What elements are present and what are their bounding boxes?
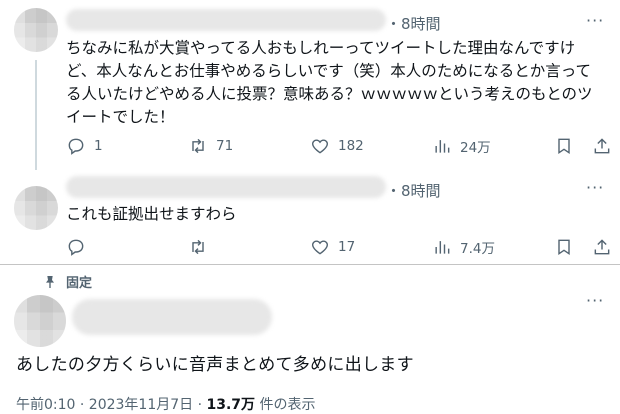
pinned-tweet[interactable]: 固定 ··· あしたの夕方くらいに音声まとめて多めに出します 午前0:10 · …	[0, 265, 620, 413]
avatar[interactable]	[14, 186, 58, 230]
tweet-2[interactable]: ・8時間 ··· これも証拠出せますわら 17 7.4万	[0, 170, 620, 264]
like-count: 17	[338, 239, 356, 255]
views-label: 件の表示	[255, 397, 316, 413]
views-button[interactable]: 7.4万	[432, 237, 495, 257]
retweet-icon	[192, 138, 204, 154]
pinned-label: 固定	[42, 272, 92, 291]
redacted-user-name	[66, 9, 386, 31]
tweet-actions: 1 71 182 24万	[66, 136, 616, 158]
tweet-text: あしたの夕方くらいに音声まとめて多めに出します	[16, 355, 414, 375]
like-button[interactable]: 17	[310, 237, 355, 257]
tweet-1[interactable]: ・8時間 ··· ちなみに私が大賞やってる人おもしれーってツイートした理由なんで…	[0, 0, 620, 170]
tweet-text: ちなみに私が大賞やってる人おもしれーってツイートした理由なんですけ ど、本人なん…	[66, 39, 593, 126]
avatar[interactable]	[14, 8, 58, 52]
redacted-user-name	[66, 176, 386, 198]
pin-icon	[46, 275, 54, 288]
tweet-meta: 午前0:10 · 2023年11月7日 · 13.7万 件の表示	[16, 394, 316, 414]
tweet-text: これも証拠出せますわら	[66, 205, 237, 223]
views-count: 7.4万	[460, 241, 495, 257]
bookmark-button[interactable]	[554, 136, 574, 156]
reply-count: 1	[94, 138, 103, 154]
views-button[interactable]: 24万	[432, 136, 491, 156]
redacted-user-name	[72, 299, 272, 335]
reply-icon	[68, 239, 84, 256]
bookmark-button[interactable]	[554, 237, 574, 257]
share-button[interactable]	[592, 136, 612, 156]
views-icon	[435, 241, 450, 254]
share-icon	[594, 138, 610, 154]
retweet-icon	[192, 239, 204, 255]
more-options-icon[interactable]: ···	[586, 11, 604, 30]
reply-button[interactable]	[66, 237, 94, 257]
reply-icon	[68, 138, 84, 155]
avatar[interactable]	[14, 295, 66, 347]
like-icon	[312, 240, 328, 255]
views-count: 24万	[460, 140, 491, 156]
bookmark-icon	[558, 138, 570, 154]
tweet-actions: 17 7.4万	[66, 237, 616, 259]
like-icon	[312, 139, 328, 154]
retweet-button[interactable]	[188, 237, 216, 257]
views-count: 13.7万	[206, 397, 256, 413]
tweet-time[interactable]: ・8時間	[386, 13, 441, 34]
more-options-icon[interactable]: ···	[586, 291, 604, 310]
share-icon	[594, 239, 610, 255]
like-count: 182	[338, 138, 364, 154]
views-icon	[435, 140, 450, 153]
more-options-icon[interactable]: ···	[586, 178, 604, 197]
thread-line	[35, 60, 37, 170]
retweet-count: 71	[216, 138, 234, 154]
timestamp[interactable]: 午前0:10 · 2023年11月7日 ·	[16, 397, 207, 413]
reply-button[interactable]: 1	[66, 136, 103, 156]
like-button[interactable]: 182	[310, 136, 364, 156]
bookmark-icon	[558, 239, 570, 255]
share-button[interactable]	[592, 237, 612, 257]
retweet-button[interactable]: 71	[188, 136, 233, 156]
tweet-time[interactable]: ・8時間	[386, 180, 441, 201]
